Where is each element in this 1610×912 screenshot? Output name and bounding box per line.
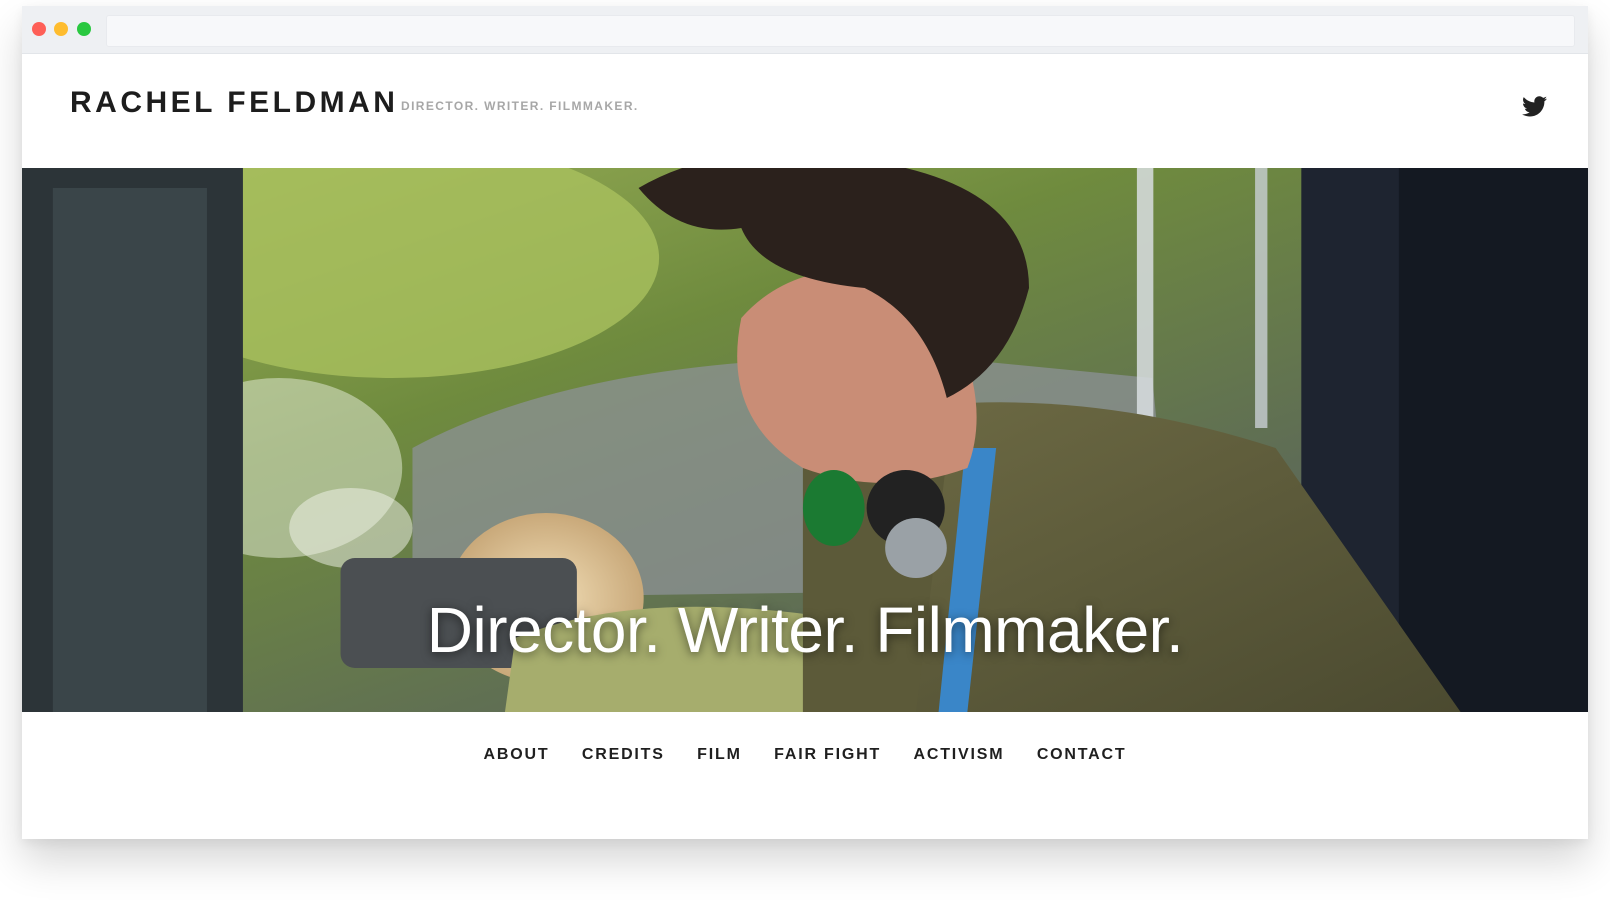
- hero-caption: Director. Writer. Filmmaker.: [426, 594, 1184, 666]
- nav-item-credits[interactable]: CREDITS: [582, 746, 665, 764]
- nav-item-contact[interactable]: CONTACT: [1037, 746, 1127, 764]
- hero-banner: Director. Writer. Filmmaker.: [22, 168, 1588, 712]
- nav-item-activism[interactable]: ACTIVISM: [914, 746, 1005, 764]
- browser-window: RACHEL FELDMAN DIRECTOR. WRITER. FILMMAK…: [22, 6, 1588, 839]
- site-title[interactable]: RACHEL FELDMAN: [70, 86, 398, 120]
- close-window-button[interactable]: [32, 22, 46, 36]
- site-tagline: DIRECTOR. WRITER. FILMMAKER.: [401, 99, 639, 113]
- minimize-window-button[interactable]: [54, 22, 68, 36]
- twitter-icon[interactable]: [1522, 96, 1547, 117]
- main-navigation: ABOUT CREDITS FILM FAIR FIGHT ACTIVISM C…: [22, 746, 1588, 764]
- address-bar[interactable]: [106, 15, 1575, 47]
- browser-toolbar: [22, 6, 1588, 54]
- site-header: RACHEL FELDMAN DIRECTOR. WRITER. FILMMAK…: [22, 54, 1588, 168]
- maximize-window-button[interactable]: [77, 22, 91, 36]
- nav-item-about[interactable]: ABOUT: [484, 746, 550, 764]
- nav-item-film[interactable]: FILM: [697, 746, 742, 764]
- nav-item-fair-fight[interactable]: FAIR FIGHT: [774, 746, 881, 764]
